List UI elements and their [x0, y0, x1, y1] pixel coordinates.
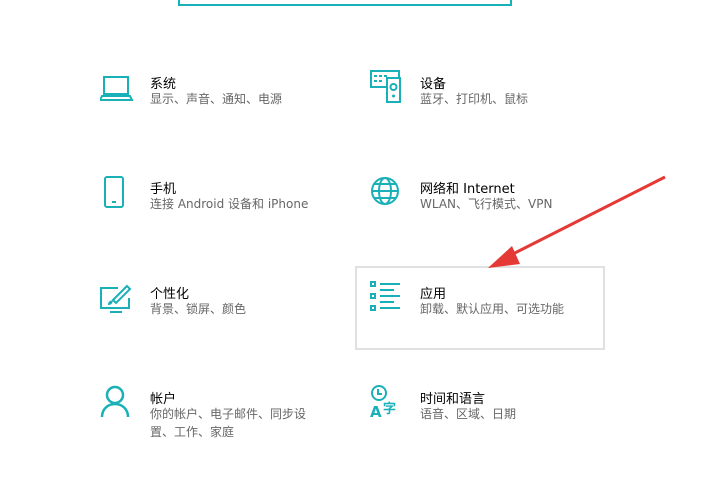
red-arrow-annotation [488, 175, 666, 268]
